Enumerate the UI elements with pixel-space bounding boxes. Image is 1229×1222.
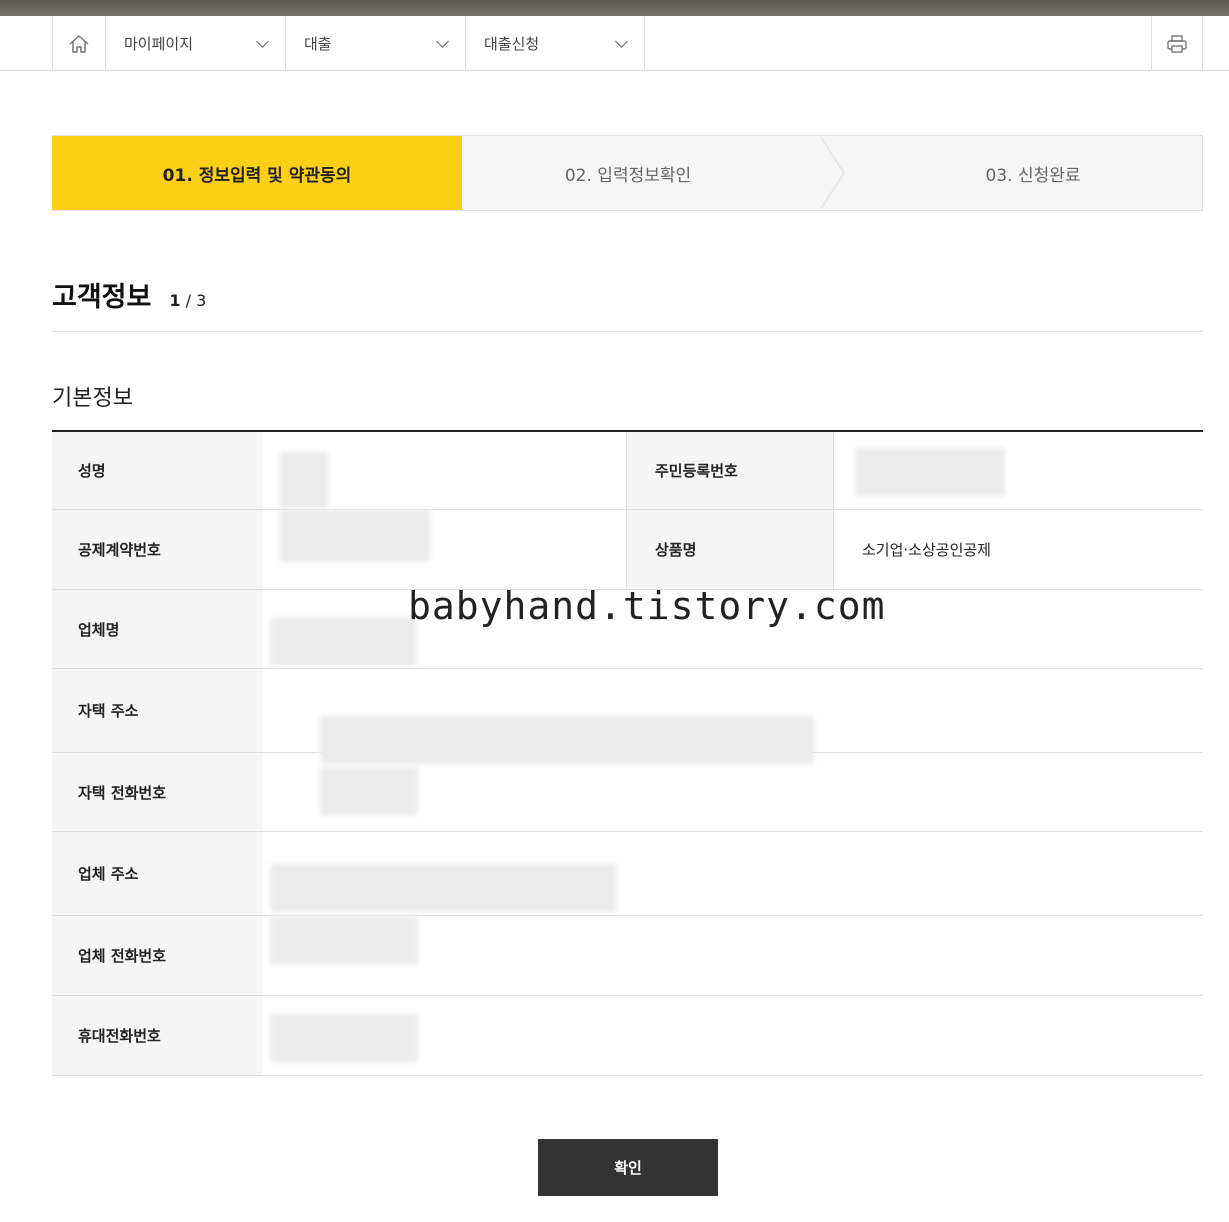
mobile-phone-label: 휴대전화번호 [52, 996, 262, 1075]
home-phone-label: 자택 전화번호 [52, 753, 262, 831]
divider [52, 331, 1203, 332]
progress-steps: 01. 정보입력 및 약관동의 02. 입력정보확인 03. 신청완료 [52, 135, 1203, 211]
location-nav: 마이페이지 대출 대출신청 [0, 16, 1229, 71]
table-row: 업체 주소 [52, 832, 1203, 916]
home-button[interactable] [52, 16, 105, 71]
redacted-block [270, 916, 418, 964]
table-row: 공제계약번호 상품명 소기업·소상공인공제 [52, 510, 1203, 590]
table-row: 휴대전화번호 [52, 996, 1203, 1076]
page-total: 3 [196, 291, 207, 310]
step-2: 02. 입력정보확인 [473, 136, 783, 210]
table-row: 자택 주소 [52, 669, 1203, 764]
subsection-title: 기본정보 [52, 386, 133, 411]
table-row: 성명 주민등록번호 [52, 432, 1203, 510]
page-indicator: 1 / 3 [169, 291, 206, 310]
contract-no-label: 공제계약번호 [52, 510, 262, 589]
redacted-block [270, 864, 616, 912]
step-label: 01. 정보입력 및 약관동의 [162, 165, 352, 186]
company-phone-value [270, 916, 1170, 995]
company-address-label: 업체 주소 [52, 832, 262, 915]
mobile-phone-value [270, 996, 1170, 1075]
browser-top-strip [0, 0, 1229, 16]
nav-dropdown-mypage[interactable]: 마이페이지 [105, 16, 285, 71]
company-name-label: 업체명 [52, 590, 262, 668]
nav-dropdown-loan[interactable]: 대출 [285, 16, 465, 71]
home-address-value [270, 669, 1170, 764]
redacted-block [855, 448, 1005, 496]
nav-dropdown-label: 대출 [304, 35, 332, 53]
contract-no-value [278, 510, 618, 589]
confirm-button[interactable]: 확인 [538, 1139, 718, 1196]
chevron-down-icon [436, 34, 449, 48]
chevron-down-icon [615, 34, 628, 48]
redacted-block [280, 510, 430, 562]
step-separator-inner [819, 136, 843, 210]
page-separator: / [180, 291, 197, 310]
redacted-block [270, 1014, 418, 1062]
page-current: 1 [169, 291, 181, 310]
home-icon [69, 34, 89, 53]
step-label: 03. 신청완료 [985, 165, 1081, 186]
table-row: 업체 전화번호 [52, 916, 1203, 996]
table-row: 자택 전화번호 [52, 753, 1203, 832]
home-address-label: 자택 주소 [52, 669, 262, 752]
rrn-label: 주민등록번호 [626, 432, 834, 509]
print-button[interactable] [1151, 16, 1203, 71]
step-label: 02. 입력정보확인 [564, 165, 692, 186]
watermark-text: babyhand.tistory.com [408, 584, 886, 628]
step-1-arrow [436, 136, 462, 210]
nav-dropdown-loan-apply[interactable]: 대출신청 [465, 16, 645, 71]
redacted-block [280, 452, 328, 508]
page-title: 고객정보 [52, 282, 152, 313]
redacted-block [320, 767, 418, 815]
company-address-value [270, 832, 1170, 915]
nav-dropdown-label: 대출신청 [484, 35, 540, 53]
rrn-value [855, 432, 1192, 509]
redacted-block [270, 618, 416, 666]
chevron-down-icon [256, 34, 269, 48]
nav-dropdown-label: 마이페이지 [124, 35, 194, 53]
printer-icon [1167, 34, 1187, 53]
step-1-active: 01. 정보입력 및 약관동의 [52, 136, 462, 210]
home-phone-value [270, 753, 1170, 831]
name-value [278, 432, 618, 509]
name-label: 성명 [52, 432, 262, 509]
step-3: 03. 신청완료 [863, 136, 1203, 210]
product-label: 상품명 [626, 510, 834, 589]
section-heading: 고객정보 1 / 3 [52, 275, 206, 314]
company-phone-label: 업체 전화번호 [52, 916, 262, 995]
product-value: 소기업·소상공인공제 [862, 541, 991, 559]
